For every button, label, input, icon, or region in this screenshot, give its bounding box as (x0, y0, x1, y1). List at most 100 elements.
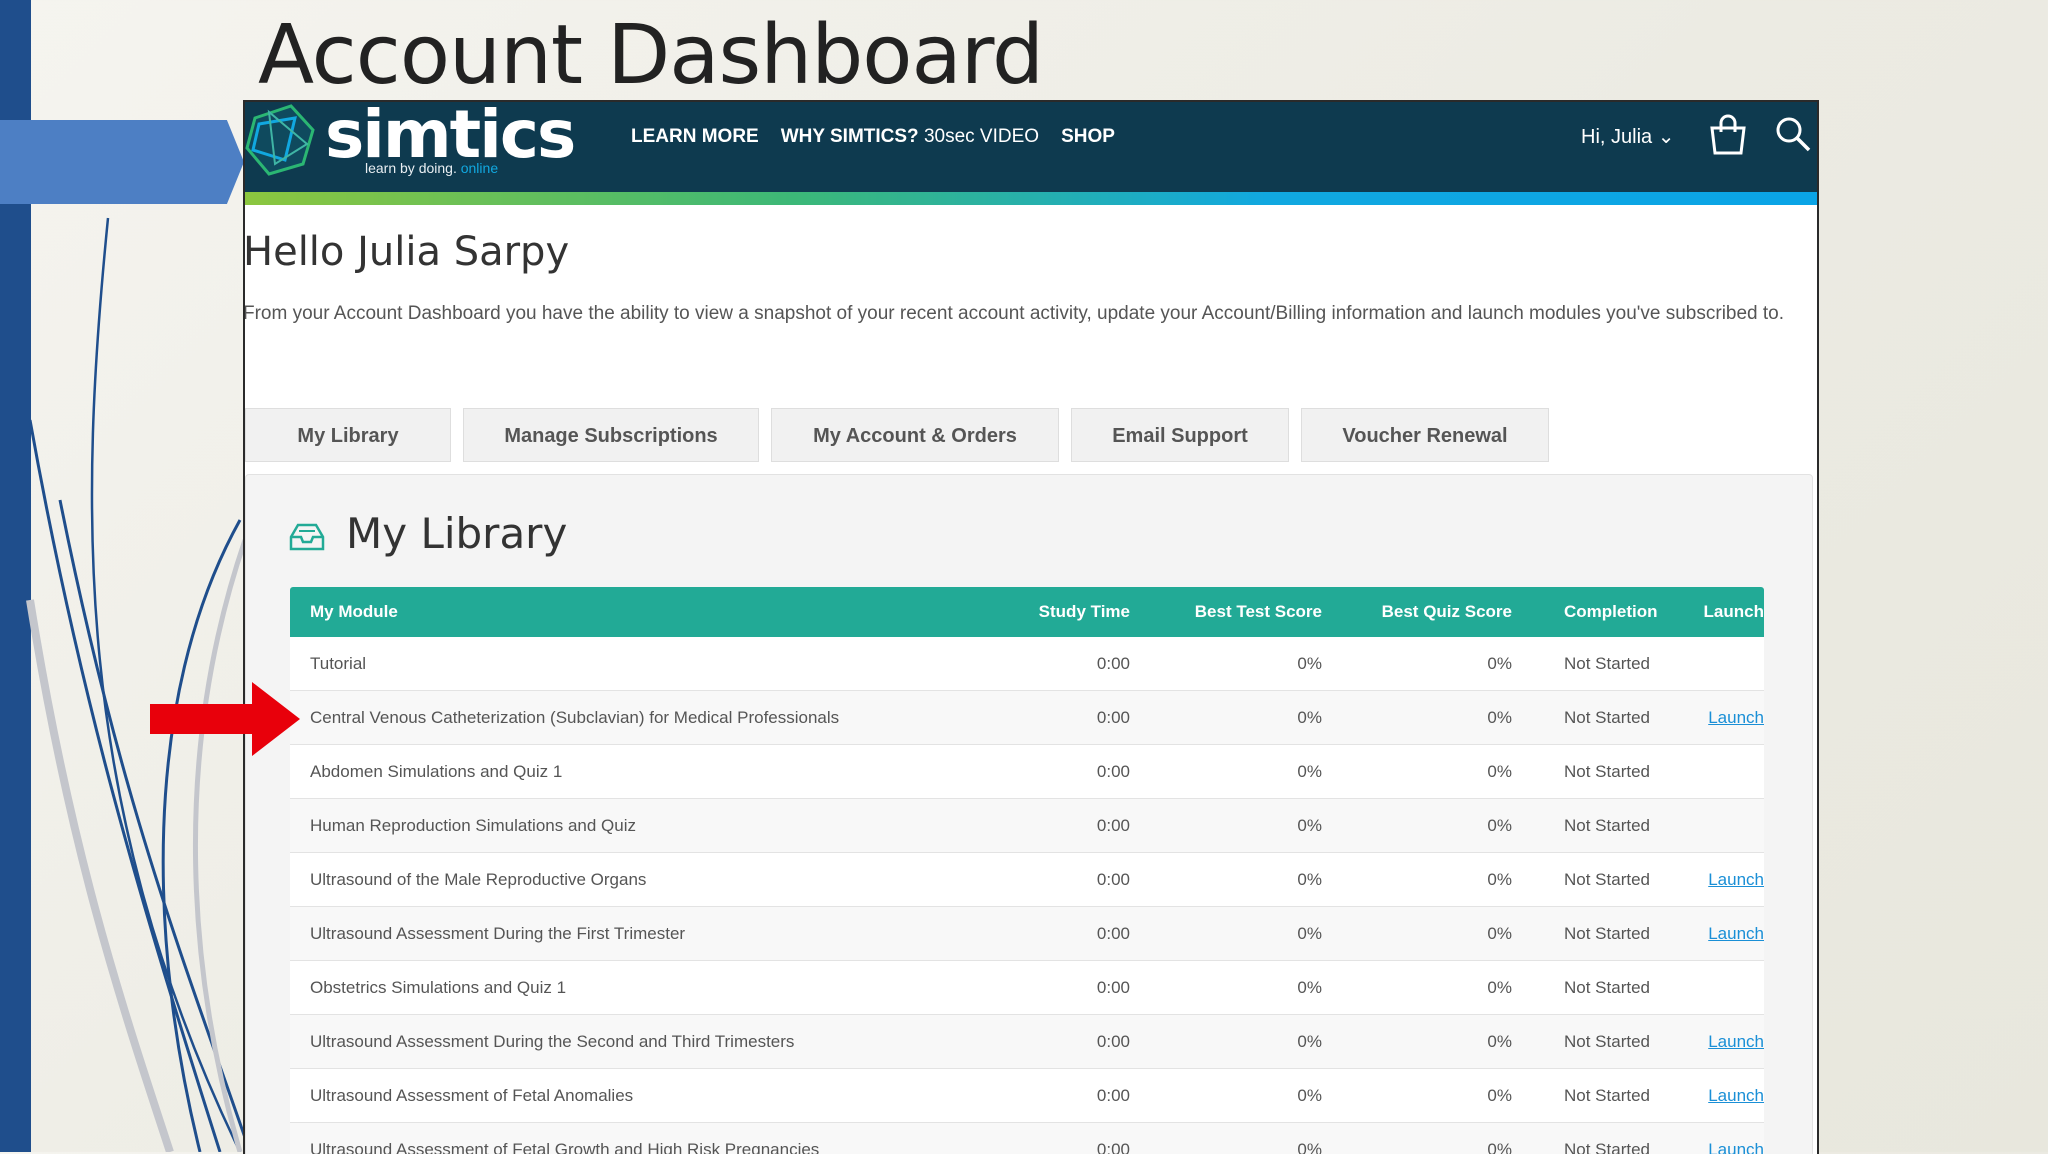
tagline-text: learn by doing. (365, 160, 457, 176)
module-name: Ultrasound Assessment of Fetal Anomalies (290, 1086, 980, 1106)
module-name: Ultrasound Assessment During the Second … (290, 1032, 980, 1052)
brand-tagline: learn by doing. online (365, 160, 498, 176)
study-time: 0:00 (980, 654, 1130, 674)
module-name: Human Reproduction Simulations and Quiz (290, 816, 980, 836)
best-quiz-score: 0% (1322, 924, 1512, 944)
simtics-logo-icon[interactable] (245, 104, 315, 176)
study-time: 0:00 (980, 708, 1130, 728)
chevron-down-icon: ⌄ (1658, 126, 1675, 148)
best-quiz-score: 0% (1322, 816, 1512, 836)
col-launch: Launch (1670, 602, 1764, 622)
table-row: Ultrasound Assessment of Fetal Anomalies… (290, 1069, 1764, 1123)
completion-status: Not Started (1512, 816, 1670, 836)
study-time: 0:00 (980, 816, 1130, 836)
main-nav: LEARN MORE WHY SIMTICS? 30sec VIDEO SHOP (631, 126, 1115, 148)
completion-status: Not Started (1512, 708, 1670, 728)
best-test-score: 0% (1130, 816, 1322, 836)
red-arrow-icon (150, 682, 300, 756)
study-time: 0:00 (980, 762, 1130, 782)
tab-manage-subscriptions[interactable]: Manage Subscriptions (463, 408, 759, 462)
completion-status: Not Started (1512, 1086, 1670, 1106)
module-name: Ultrasound of the Male Reproductive Orga… (290, 870, 980, 890)
table-row: Ultrasound of the Male Reproductive Orga… (290, 853, 1764, 907)
table-row: Central Venous Catheterization (Subclavi… (290, 691, 1764, 745)
module-name: Obstetrics Simulations and Quiz 1 (290, 978, 980, 998)
study-time: 0:00 (980, 924, 1130, 944)
module-name: Ultrasound Assessment During the First T… (290, 924, 980, 944)
best-test-score: 0% (1130, 924, 1322, 944)
completion-status: Not Started (1512, 762, 1670, 782)
best-test-score: 0% (1130, 870, 1322, 890)
table-row: Abdomen Simulations and Quiz 10:000%0%No… (290, 745, 1764, 799)
slide-title: Account Dashboard (258, 8, 1043, 103)
best-test-score: 0% (1130, 978, 1322, 998)
study-time: 0:00 (980, 870, 1130, 890)
completion-status: Not Started (1512, 870, 1670, 890)
study-time: 0:00 (980, 1032, 1130, 1052)
col-best-test-score: Best Test Score (1130, 602, 1322, 622)
table-row: Ultrasound Assessment of Fetal Growth an… (290, 1123, 1764, 1154)
best-quiz-score: 0% (1322, 654, 1512, 674)
launch-link[interactable]: Launch (1670, 924, 1764, 944)
tagline-accent: online (461, 160, 498, 176)
best-quiz-score: 0% (1322, 708, 1512, 728)
best-test-score: 0% (1130, 762, 1322, 782)
module-name: Abdomen Simulations and Quiz 1 (290, 762, 980, 782)
col-my-module: My Module (290, 602, 980, 622)
tab-my-library[interactable]: My Library (245, 408, 451, 462)
best-quiz-score: 0% (1322, 1086, 1512, 1106)
table-row: Tutorial0:000%0%Not Started (290, 637, 1764, 691)
nav-why-simtics[interactable]: WHY SIMTICS? 30sec VIDEO (781, 126, 1039, 148)
module-name: Tutorial (290, 654, 980, 674)
decorative-curves (0, 0, 260, 1152)
nav-learn-more[interactable]: LEARN MORE (631, 126, 759, 148)
best-test-score: 0% (1130, 654, 1322, 674)
completion-status: Not Started (1512, 654, 1670, 674)
table-row: Human Reproduction Simulations and Quiz0… (290, 799, 1764, 853)
launch-link[interactable]: Launch (1670, 870, 1764, 890)
browser-screenshot: simtics learn by doing. online LEARN MOR… (243, 100, 1819, 1154)
nav-shop[interactable]: SHOP (1061, 126, 1115, 148)
completion-status: Not Started (1512, 924, 1670, 944)
launch-link[interactable]: Launch (1670, 1086, 1764, 1106)
tab-my-account-orders[interactable]: My Account & Orders (771, 408, 1059, 462)
study-time: 0:00 (980, 1086, 1130, 1106)
shopping-bag-icon[interactable] (1707, 114, 1749, 156)
study-time: 0:00 (980, 978, 1130, 998)
table-row: Ultrasound Assessment During the Second … (290, 1015, 1764, 1069)
dashboard-tabs: My Library Manage Subscriptions My Accou… (245, 408, 1561, 462)
search-icon[interactable] (1775, 116, 1811, 152)
best-test-score: 0% (1130, 1032, 1322, 1052)
tab-voucher-renewal[interactable]: Voucher Renewal (1301, 408, 1549, 462)
greeting-heading: Hello Julia Sarpy (243, 229, 569, 275)
nav-why-simtics-label: WHY SIMTICS? (781, 126, 919, 147)
intro-text: From your Account Dashboard you have the… (243, 300, 1803, 328)
tab-email-support[interactable]: Email Support (1071, 408, 1289, 462)
best-quiz-score: 0% (1322, 1032, 1512, 1052)
best-test-score: 0% (1130, 708, 1322, 728)
top-navigation: simtics learn by doing. online LEARN MOR… (245, 102, 1817, 192)
table-header: My Module Study Time Best Test Score Bes… (290, 587, 1764, 637)
inbox-icon (288, 521, 326, 553)
user-menu[interactable]: Hi, Julia ⌄ (1581, 124, 1674, 149)
best-test-score: 0% (1130, 1086, 1322, 1106)
launch-link[interactable]: Launch (1670, 708, 1764, 728)
launch-link[interactable]: Launch (1670, 1032, 1764, 1052)
best-quiz-score: 0% (1322, 870, 1512, 890)
col-study-time: Study Time (980, 602, 1130, 622)
library-panel: My Library My Module Study Time Best Tes… (245, 474, 1813, 1154)
modules-table: My Module Study Time Best Test Score Bes… (290, 587, 1764, 1154)
table-row: Ultrasound Assessment During the First T… (290, 907, 1764, 961)
table-row: Obstetrics Simulations and Quiz 10:000%0… (290, 961, 1764, 1015)
best-quiz-score: 0% (1322, 978, 1512, 998)
accent-stripe (245, 192, 1817, 205)
library-title: My Library (346, 509, 567, 558)
completion-status: Not Started (1512, 978, 1670, 998)
best-quiz-score: 0% (1322, 762, 1512, 782)
col-completion: Completion (1512, 602, 1670, 622)
table-body: Tutorial0:000%0%Not StartedCentral Venou… (290, 637, 1764, 1154)
nav-video-label: 30sec VIDEO (924, 126, 1039, 147)
col-best-quiz-score: Best Quiz Score (1322, 602, 1512, 622)
module-name: Central Venous Catheterization (Subclavi… (290, 708, 980, 728)
user-greeting: Hi, Julia (1581, 126, 1652, 148)
